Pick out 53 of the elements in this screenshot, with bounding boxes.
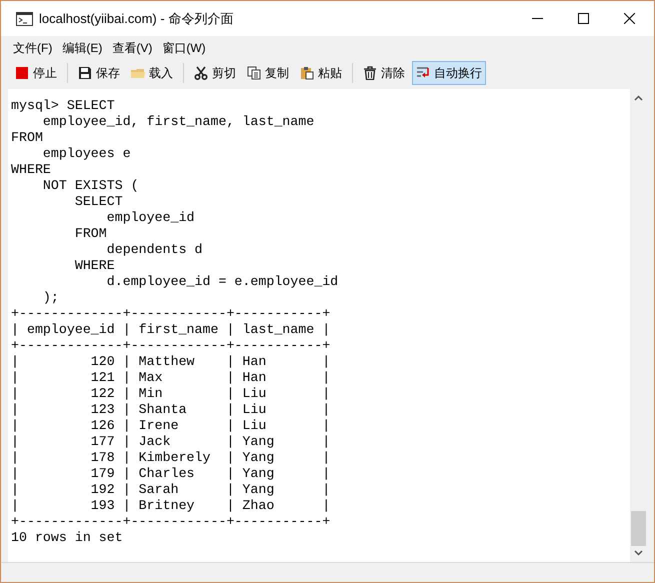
console-line: FROM [11, 130, 44, 146]
window-title: localhost(yiibai.com) - 命令列介面 [39, 10, 234, 28]
toolbar-button[interactable]: 剪切 [190, 61, 240, 85]
toolbar-button[interactable]: 自动换行 [412, 61, 486, 85]
console-line: NOT EXISTS ( [42, 178, 140, 194]
console-line: | 178 | Kimberely | Yang | [11, 450, 332, 466]
console-line: mysql> SELECT [11, 98, 116, 114]
toolbar-button[interactable]: 载入 [127, 61, 177, 85]
copy-icon [247, 66, 261, 80]
console-line: d.employee_id = e.employee_id [106, 274, 340, 290]
console-line: +-------------+------------+-----------+ [11, 514, 332, 530]
toolbar-button[interactable]: 清除 [359, 61, 409, 85]
console-line: | 177 | Jack | Yang | [11, 434, 332, 450]
stop-icon [15, 66, 29, 80]
console-line: WHERE [74, 258, 116, 274]
menu-item[interactable]: 文件(F) [9, 38, 56, 56]
folder-icon [131, 66, 145, 80]
console-line: | 120 | Matthew | Han | [11, 354, 332, 370]
console-line: FROM [74, 226, 108, 242]
menu-item[interactable]: 查看(V) [108, 38, 156, 56]
console-line: | 121 | Max | Han | [11, 370, 332, 386]
toolbar-button[interactable]: 粘贴 [296, 61, 346, 85]
console-line: +-------------+------------+-----------+ [11, 306, 332, 322]
menu-item[interactable]: 窗口(W) [158, 38, 210, 56]
console-line: employee_id [106, 210, 196, 226]
toolbar-button[interactable]: 停止 [11, 61, 61, 85]
console-line: employee_id, first_name, last_name [42, 114, 316, 130]
clipboard-icon [300, 66, 314, 80]
console-line: | 126 | Irene | Liu | [11, 418, 332, 434]
toolbar-button[interactable]: 复制 [243, 61, 293, 85]
console-line: SELECT [74, 194, 124, 210]
scrollbar-thumb[interactable] [631, 511, 646, 546]
console-line: WHERE [11, 162, 52, 178]
scissors-icon [194, 66, 208, 80]
trash-icon [363, 66, 377, 80]
toolbar-button[interactable]: 保存 [74, 61, 124, 85]
minimize-icon [532, 18, 542, 19]
close-icon [624, 13, 634, 24]
console-line: | 179 | Charles | Yang | [11, 466, 332, 482]
terminal-icon [16, 12, 33, 26]
menu-item[interactable]: 编辑(E) [58, 38, 106, 56]
wrap-lines-icon [416, 66, 430, 80]
console-line: dependents d [106, 242, 204, 258]
console-line: | employee_id | first_name | last_name | [11, 322, 332, 338]
console-line: +-------------+------------+-----------+ [11, 338, 332, 354]
console-line: | 193 | Britney | Zhao | [11, 498, 332, 514]
maximize-icon [578, 13, 588, 24]
console-line: | 192 | Sarah | Yang | [11, 482, 332, 498]
console-line: employees e [42, 146, 132, 162]
console-line: ); [42, 290, 60, 306]
console-line: | 123 | Shanta | Liu | [11, 402, 332, 418]
console-line: | 122 | Min | Liu | [11, 386, 332, 402]
console-line: 10 rows in set [11, 530, 124, 546]
